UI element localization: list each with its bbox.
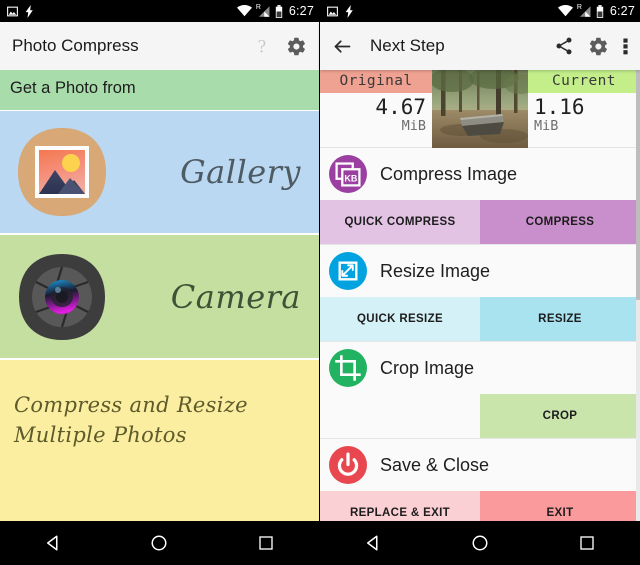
save-close-buttons: REPLACE & EXIT EXIT — [320, 491, 640, 521]
image-icon — [327, 6, 338, 16]
crop-image-title: Crop Image — [380, 357, 475, 378]
crop-image-header: Crop Image — [320, 342, 640, 394]
photo-thumbnail[interactable] — [432, 70, 528, 148]
compress-image-buttons: QUICK COMPRESS COMPRESS — [320, 200, 640, 244]
quick-compress-button[interactable]: QUICK COMPRESS — [320, 200, 480, 244]
page-title: Next Step — [370, 36, 445, 55]
nav-bar-left — [0, 521, 319, 565]
current-size-value: 1.16 — [534, 95, 585, 119]
compress-image-title: Compress Image — [380, 163, 518, 184]
compress-image-card: KB Compress Image QUICK COMPRESS COMPRES… — [320, 148, 640, 245]
battery-icon — [596, 4, 604, 18]
gallery-app-icon — [18, 128, 106, 216]
roaming-signal-icon: R — [576, 3, 592, 18]
right-content: Original 4.67 MiB Current 1.16 MiB KB Co… — [320, 70, 640, 521]
dual-screenshot: R 6:27 Photo Compress ? Get a Photo from… — [0, 0, 640, 565]
left-content: Get a Photo from Gallery Camera Compress… — [0, 70, 319, 521]
status-bar-clock: 6:27 — [609, 4, 635, 18]
image-icon — [7, 6, 18, 16]
original-badge: Original — [320, 70, 432, 93]
crop-image-card: Crop Image CROP — [320, 342, 640, 439]
right-app-bar-actions — [554, 36, 628, 57]
scrollbar-track[interactable] — [636, 70, 640, 521]
wifi-icon — [236, 5, 252, 17]
power-icon — [329, 446, 367, 484]
current-badge: Current — [528, 70, 640, 93]
resize-image-buttons: QUICK RESIZE RESIZE — [320, 297, 640, 341]
save-close-card: Save & Close REPLACE & EXIT EXIT — [320, 439, 640, 521]
right-screen: R 6:27 Next Step Original 4.67 MiB Curre… — [320, 0, 640, 565]
original-size-value: 4.67 — [375, 95, 426, 119]
crop-icon — [329, 349, 367, 387]
left-app-bar: Photo Compress ? — [0, 22, 319, 70]
resize-image-header: Resize Image — [320, 245, 640, 297]
multi-photo-text: Compress and Resize Multiple Photos — [14, 393, 248, 448]
nav-back-triangle-icon[interactable] — [23, 521, 83, 565]
nav-back-triangle-icon[interactable] — [343, 521, 403, 565]
charging-bolt-icon — [25, 4, 33, 18]
status-bar-right: R 6:27 — [320, 0, 640, 22]
compress-button[interactable]: COMPRESS — [480, 200, 640, 244]
question-mark-icon[interactable]: ? — [252, 35, 272, 57]
overflow-menu-icon[interactable] — [623, 36, 628, 56]
get-a-photo-from-header: Get a Photo from — [0, 70, 319, 111]
status-bar-left: R 6:27 — [0, 0, 319, 22]
compress-kb-icon: KB — [329, 155, 367, 193]
back-arrow-icon[interactable] — [332, 36, 353, 57]
status-bar-clock: 6:27 — [288, 4, 314, 18]
share-icon[interactable] — [554, 36, 574, 56]
charging-bolt-icon — [345, 4, 353, 18]
quick-resize-button[interactable]: QUICK RESIZE — [320, 297, 480, 341]
roaming-label: R — [576, 3, 582, 11]
save-close-title: Save & Close — [380, 454, 490, 475]
exit-button[interactable]: EXIT — [480, 491, 640, 521]
nav-recents-square-icon[interactable] — [557, 521, 617, 565]
current-size-unit: MiB — [534, 118, 559, 135]
camera-app-icon — [19, 253, 105, 340]
left-screen: R 6:27 Photo Compress ? Get a Photo from… — [0, 0, 320, 565]
replace-and-exit-button[interactable]: REPLACE & EXIT — [320, 491, 480, 521]
gallery-label: Gallery — [180, 153, 301, 191]
multi-photo-banner[interactable]: Compress and Resize Multiple Photos — [0, 360, 319, 521]
resize-image-title: Resize Image — [380, 260, 491, 281]
nav-home-circle-icon[interactable] — [450, 521, 510, 565]
page-title: Photo Compress — [12, 36, 139, 55]
left-app-bar-actions: ? — [252, 35, 307, 57]
svg-text:KB: KB — [344, 174, 358, 184]
roaming-signal-icon: R — [255, 3, 271, 18]
status-bar-right-left-icons — [326, 4, 354, 18]
resize-image-card: Resize Image QUICK RESIZE RESIZE — [320, 245, 640, 342]
wifi-icon — [557, 5, 573, 17]
resize-arrows-icon — [329, 252, 367, 290]
status-bar-left-icons — [6, 4, 34, 18]
status-bar-right-icons: R 6:27 — [236, 3, 314, 18]
save-close-header: Save & Close — [320, 439, 640, 491]
crop-button[interactable]: CROP — [480, 394, 640, 438]
resize-button[interactable]: RESIZE — [480, 297, 640, 341]
camera-label: Camera — [170, 277, 301, 316]
size-compare-bar: Original 4.67 MiB Current 1.16 MiB — [320, 70, 640, 148]
original-size-unit: MiB — [401, 118, 426, 135]
crop-image-buttons: CROP — [320, 394, 640, 438]
battery-icon — [275, 4, 283, 18]
nav-bar-right — [320, 521, 640, 565]
roaming-label: R — [255, 3, 261, 11]
compress-image-header: KB Compress Image — [320, 148, 640, 200]
current-size-column: Current 1.16 MiB — [528, 70, 640, 147]
original-size-column: Original 4.67 MiB — [320, 70, 432, 147]
gallery-option-row[interactable]: Gallery — [0, 111, 319, 235]
svg-text:?: ? — [258, 36, 266, 57]
gear-icon[interactable] — [286, 36, 307, 57]
nav-recents-square-icon[interactable] — [236, 521, 296, 565]
camera-option-row[interactable]: Camera — [0, 235, 319, 360]
right-app-bar: Next Step — [320, 22, 640, 70]
nav-home-circle-icon[interactable] — [129, 521, 189, 565]
scrollbar-thumb[interactable] — [636, 70, 640, 300]
crop-empty-slot — [320, 394, 480, 438]
status-bar-right-right-icons: R 6:27 — [557, 3, 635, 18]
gear-icon[interactable] — [588, 36, 609, 57]
